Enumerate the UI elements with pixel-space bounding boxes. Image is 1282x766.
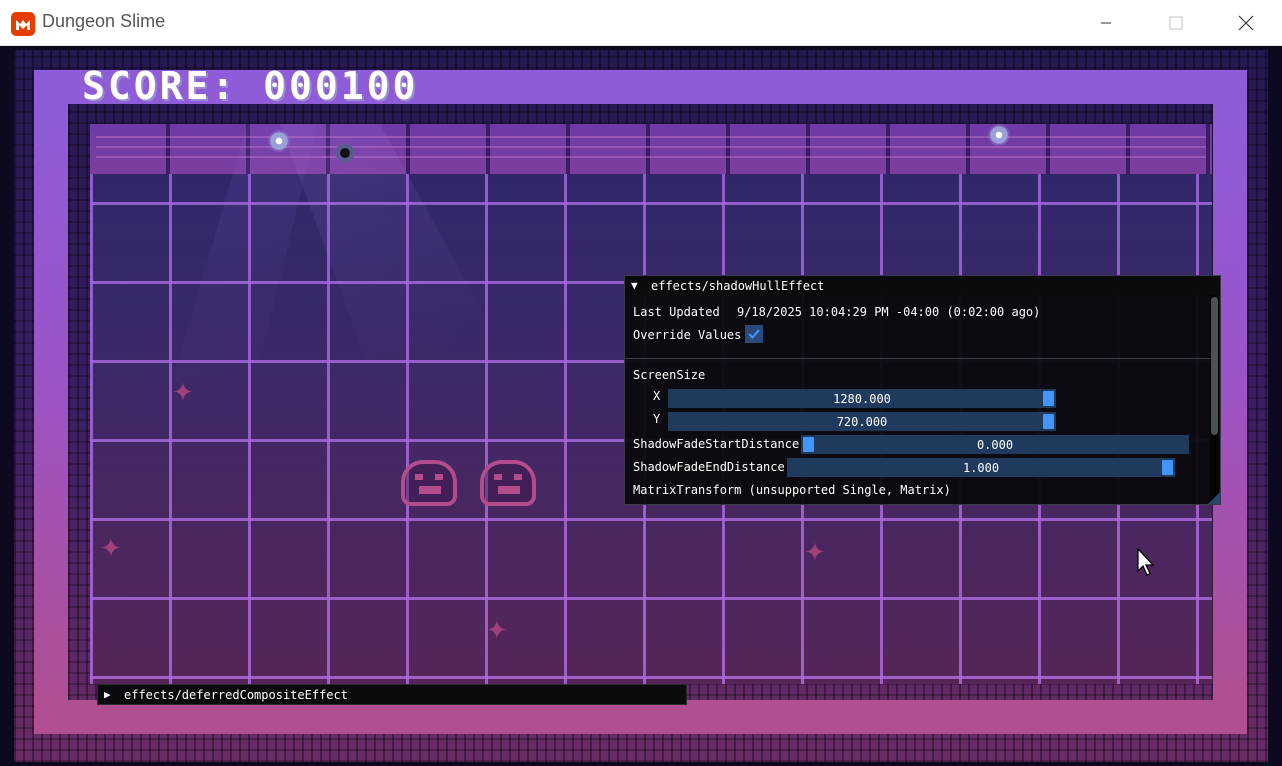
fade-start-slider[interactable]: 0.000 — [801, 435, 1189, 454]
torch-light-icon — [334, 142, 356, 164]
panel-title: effects/shadowHullEffect — [651, 278, 825, 293]
bat-icon: ✦ — [804, 538, 826, 568]
bat-icon: ✦ — [100, 534, 122, 564]
slime-segment — [480, 460, 536, 506]
slider-grab[interactable] — [1043, 414, 1054, 429]
slider-grab[interactable] — [1162, 460, 1173, 475]
bat-icon: ✦ — [172, 378, 194, 408]
matrix-transform-label: MatrixTransform (unsupported Single, Mat… — [633, 483, 951, 497]
checkmark-icon — [748, 329, 760, 339]
override-values-checkbox[interactable] — [745, 325, 763, 343]
minimize-button[interactable] — [1071, 0, 1141, 45]
mouse-cursor-icon — [1137, 548, 1155, 576]
resize-grip-icon[interactable] — [1208, 492, 1220, 504]
separator — [625, 358, 1211, 359]
screen-size-x-label: X — [653, 389, 661, 403]
deferred-composite-effect-panel[interactable]: ▶ effects/deferredCompositeEffect — [97, 684, 687, 705]
window-title: Dungeon Slime — [42, 11, 166, 31]
window-titlebar[interactable]: Dungeon Slime — [0, 0, 1282, 46]
bat-icon: ✦ — [486, 616, 508, 646]
panel-scrollbar[interactable] — [1210, 295, 1219, 501]
collapse-triangle-icon[interactable]: ▼ — [631, 279, 641, 292]
screen-size-y-label: Y — [653, 412, 661, 426]
last-updated-row: Last Updated 9/18/2025 10:04:29 PM -04:0… — [633, 305, 1040, 319]
game-canvas[interactable]: ✦ ✦ ✦ ✦ SCORE: 000100 ▼ effects/shadowHu… — [0, 46, 1282, 766]
last-updated-value: 9/18/2025 10:04:29 PM -04:00 (0:02:00 ag… — [736, 305, 1041, 319]
panel-header[interactable]: ▶ effects/deferredCompositeEffect — [98, 685, 686, 704]
torch-light-icon — [988, 124, 1010, 146]
screen-size-label: ScreenSize — [633, 368, 706, 382]
fade-start-label: ShadowFadeStartDistance — [633, 437, 800, 451]
panel-header[interactable]: ▼ effects/shadowHullEffect — [625, 276, 1220, 295]
fade-end-label: ShadowFadeEndDistance — [633, 460, 785, 474]
minimize-icon — [1101, 22, 1111, 23]
monogame-logo-icon — [11, 12, 35, 36]
close-icon — [1238, 15, 1254, 30]
torch-light-icon — [268, 130, 290, 152]
slime-segment — [401, 460, 457, 506]
fade-end-slider[interactable]: 1.000 — [787, 458, 1175, 477]
slider-grab[interactable] — [803, 437, 814, 452]
shadow-hull-effect-panel[interactable]: ▼ effects/shadowHullEffect Last Updated … — [624, 275, 1221, 505]
screen-size-x-slider[interactable]: 1280.000 — [668, 389, 1056, 408]
slider-value: 0.000 — [976, 437, 1014, 452]
override-values-label: Override Values — [633, 328, 742, 342]
maximize-button[interactable] — [1141, 0, 1211, 45]
maximize-icon — [1169, 16, 1183, 29]
last-updated-label: Last Updated — [633, 305, 720, 319]
slider-value: 720.000 — [836, 414, 888, 429]
slider-value: 1.000 — [962, 460, 1000, 475]
slider-grab[interactable] — [1043, 391, 1054, 406]
score-display: SCORE: 000100 — [82, 64, 419, 108]
expand-triangle-icon[interactable]: ▶ — [104, 688, 114, 701]
slider-value: 1280.000 — [833, 391, 891, 406]
panel-title: effects/deferredCompositeEffect — [124, 687, 348, 702]
close-button[interactable] — [1211, 0, 1281, 45]
screen-size-y-slider[interactable]: 720.000 — [668, 412, 1056, 431]
scrollbar-thumb[interactable] — [1211, 297, 1218, 435]
